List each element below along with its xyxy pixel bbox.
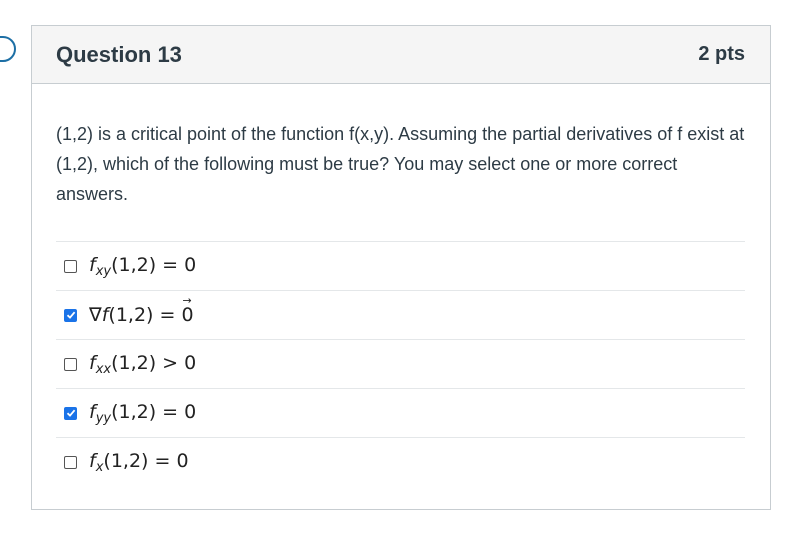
question-card: Question 13 2 pts (1,2) is a critical po… bbox=[31, 25, 771, 510]
answer-checkbox[interactable] bbox=[64, 456, 77, 469]
answer-label: fyy(1,2) = 0 bbox=[89, 400, 197, 426]
question-points: 2 pts bbox=[698, 43, 745, 65]
question-text: (1,2) is a critical point of the functio… bbox=[56, 124, 745, 204]
answer-option-5[interactable]: fx(1,2) = 0 bbox=[56, 437, 745, 487]
answer-list: fxy(1,2) = 0 ∇f(1,2) = →0 fxx(1,2) > 0 bbox=[56, 241, 745, 487]
answer-label: fxy(1,2) = 0 bbox=[89, 253, 197, 279]
answer-checkbox[interactable] bbox=[64, 357, 77, 371]
answer-option-4[interactable]: fyy(1,2) = 0 bbox=[56, 388, 745, 437]
zero-vector: → 0 bbox=[181, 294, 194, 326]
answer-label: fx(1,2) = 0 bbox=[89, 450, 189, 475]
answer-checkbox[interactable] bbox=[64, 308, 77, 322]
answer-option-1[interactable]: fxy(1,2) = 0 bbox=[56, 241, 745, 290]
question-flag-marker[interactable] bbox=[0, 36, 16, 62]
question-title: Question 13 bbox=[56, 41, 182, 67]
answer-checkbox[interactable] bbox=[64, 406, 77, 420]
answer-option-3[interactable]: fxx(1,2) > 0 bbox=[56, 339, 745, 388]
answer-checkbox[interactable] bbox=[64, 259, 77, 273]
question-header: Question 13 2 pts bbox=[32, 26, 770, 84]
answer-label: ∇f(1,2) = → 0 bbox=[89, 294, 194, 326]
answer-label: fxx(1,2) > 0 bbox=[89, 351, 197, 377]
answer-option-2[interactable]: ∇f(1,2) = → 0 bbox=[56, 290, 745, 339]
